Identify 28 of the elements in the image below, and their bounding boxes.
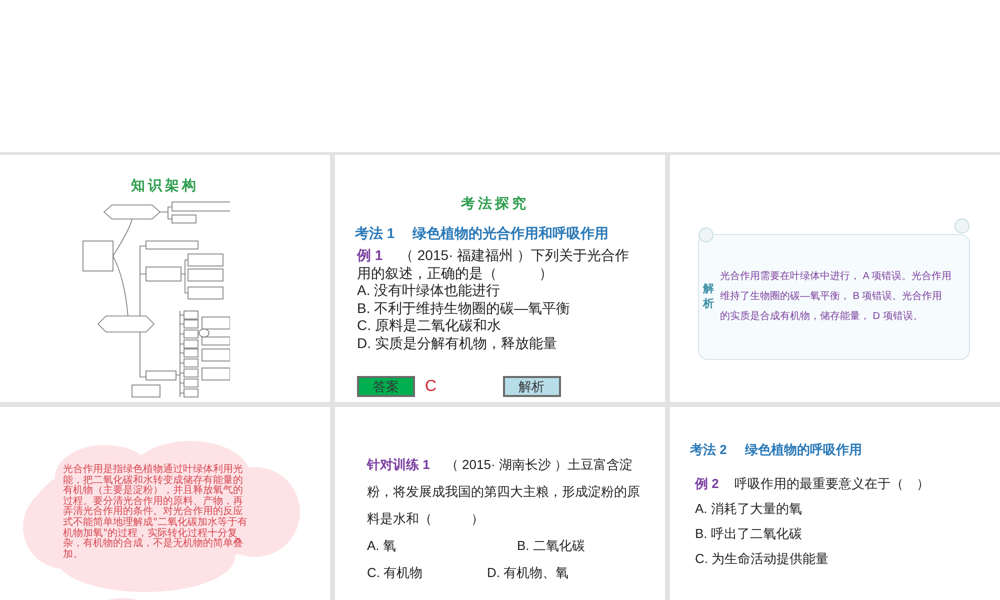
option-text: A. 没有叶绿体也能进行	[357, 282, 500, 300]
option-text: C. 为生命活动提供能量	[695, 550, 829, 568]
scroll-curl-icon	[698, 228, 714, 242]
option-text: C. 有机物	[367, 564, 423, 582]
vertical-tag: 解析	[703, 282, 714, 312]
section-label: 考法 1	[355, 225, 395, 243]
option-text: C. 原料是二氧化碳和水	[357, 317, 501, 334]
option-text: B. 呼出了二氧化碳	[695, 525, 802, 543]
option-text: A. 消耗了大量的氧	[695, 500, 802, 518]
section-heading: 绿色植物的光合作用和呼吸作用	[412, 225, 609, 243]
question-text: 例 2 呼吸作用的最重要意义在于（ ）	[695, 475, 930, 493]
slide-title: 考法探究	[461, 195, 529, 213]
section-label: 考法 2	[690, 441, 727, 459]
answer-letter: C	[425, 378, 437, 396]
option-text: A. 氧	[367, 537, 396, 555]
analysis-button[interactable]: 解析	[502, 376, 561, 397]
question-text: 例 1 （ 2015· 福建福州 ）下列关于光合作用的叙述，正确的是（ ）	[357, 247, 629, 282]
option-text: D. 实质是分解有机物，释放能量	[357, 334, 557, 352]
scroll-curl-icon	[954, 218, 970, 234]
analysis-text: 光合作用需要在叶绿体中进行， A 项错误。光合作用维持了生物圈的碳—氧平衡， B 项错误。光合作用的实质是合成有机物，储存能量， D 项错误。	[720, 270, 952, 324]
question-text: 针对训练 1 （ 2015· 湖南长沙 ）土豆富含淀粉，将发展成我国的第四大主粮，形成淀粉的原料是水和（ ）	[367, 456, 641, 528]
section-heading: 绿色植物的呼吸作用	[744, 441, 862, 459]
option-text: B. 二氧化碳	[517, 537, 585, 555]
slide-title: 知识架构	[131, 177, 199, 195]
note-text: 光合作用是指绿色植物通过叶绿体利用光能，把二氧化碳和水转变成储存有能量的有机物（主要是淀粉），并且释放氧气的过程。要分清光合作用的原料、产物，再弄清光合作用的条件。对光合作用的反应式不能简单地理解成"二氧化碳加水等于有机物加氧"的过程，实际转化过程十分复杂，有机物的合成，不是无机物的简单叠加。	[63, 465, 249, 560]
answer-button[interactable]: 答案	[357, 376, 415, 397]
option-text: B. 不利于维持生物圈的碳—氧平衡	[357, 300, 570, 317]
option-text: D. 有机物、氧	[487, 564, 569, 582]
